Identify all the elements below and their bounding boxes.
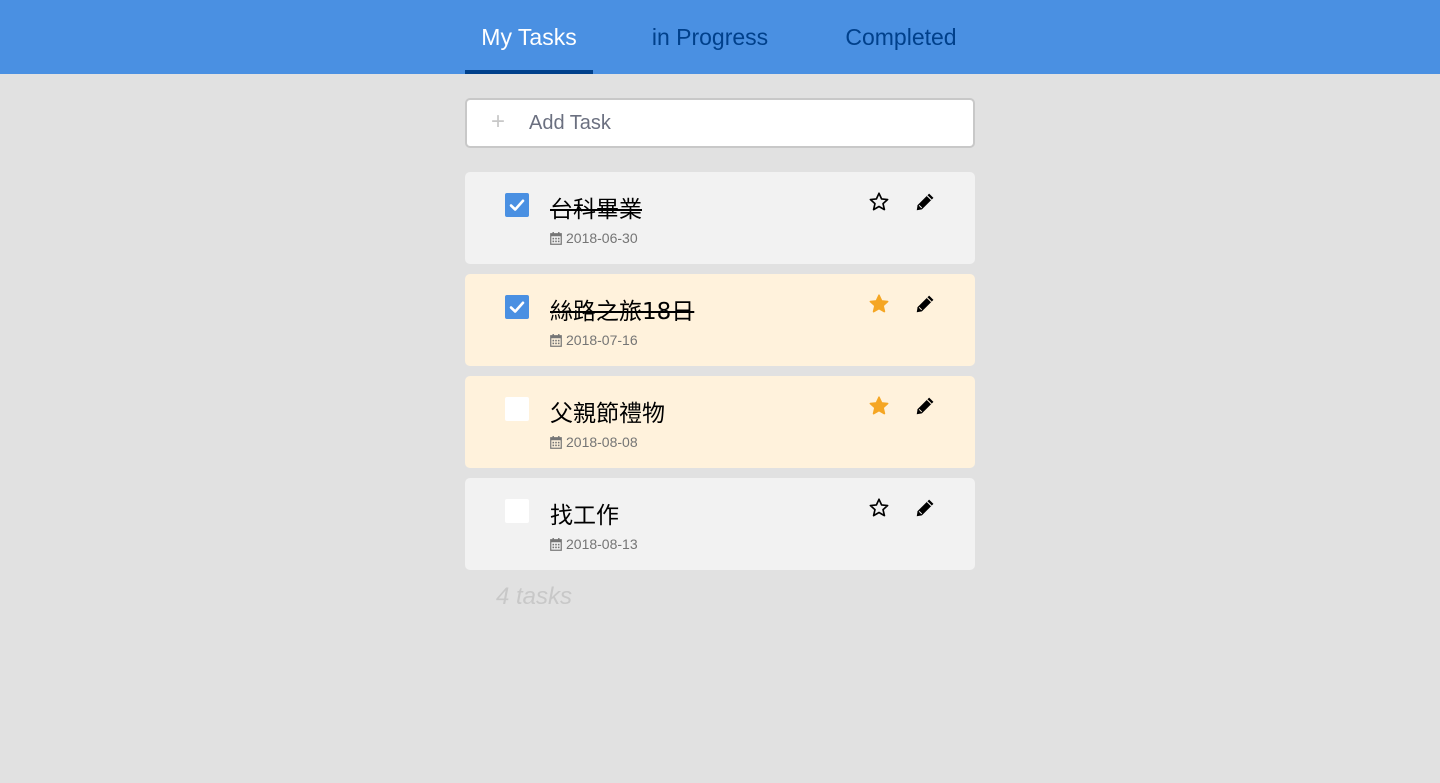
task-title[interactable]: 絲路之旅18日 — [550, 292, 694, 326]
task-checkbox[interactable] — [505, 397, 529, 421]
pencil-icon[interactable] — [914, 395, 936, 417]
task-title[interactable]: 父親節禮物 — [550, 394, 665, 428]
top-nav-bar: My Tasks in Progress Completed — [0, 0, 1440, 74]
task-item: 絲路之旅18日 2018-07-16 — [465, 274, 975, 366]
task-item: 父親節禮物 2018-08-08 — [465, 376, 975, 468]
star-outline-icon[interactable] — [868, 497, 890, 519]
add-task-input[interactable] — [529, 111, 929, 135]
tab-bar: My Tasks in Progress Completed — [465, 0, 975, 74]
calendar-icon — [550, 537, 562, 551]
tab-my-tasks[interactable]: My Tasks — [465, 0, 593, 74]
task-date-text: 2018-06-30 — [566, 230, 638, 246]
task-date-text: 2018-08-13 — [566, 536, 638, 552]
pencil-icon[interactable] — [914, 497, 936, 519]
task-date: 2018-06-30 — [550, 230, 638, 246]
star-filled-icon[interactable] — [868, 293, 890, 315]
pencil-icon[interactable] — [914, 293, 936, 315]
task-date-text: 2018-07-16 — [566, 332, 638, 348]
task-title[interactable]: 找工作 — [550, 496, 619, 530]
task-item: 台科畢業 2018-06-30 — [465, 172, 975, 264]
check-icon — [509, 301, 525, 313]
task-date: 2018-07-16 — [550, 332, 638, 348]
pencil-icon[interactable] — [914, 191, 936, 213]
task-checkbox[interactable] — [505, 295, 529, 319]
calendar-icon — [550, 231, 562, 245]
calendar-icon — [550, 333, 562, 347]
task-checkbox[interactable] — [505, 499, 529, 523]
task-date-text: 2018-08-08 — [566, 434, 638, 450]
task-date: 2018-08-08 — [550, 434, 638, 450]
star-filled-icon[interactable] — [868, 395, 890, 417]
calendar-icon — [550, 435, 562, 449]
task-checkbox[interactable] — [505, 193, 529, 217]
plus-icon[interactable]: + — [467, 110, 529, 134]
task-date: 2018-08-13 — [550, 536, 638, 552]
tab-completed[interactable]: Completed — [827, 0, 975, 74]
tab-in-progress[interactable]: in Progress — [593, 0, 827, 74]
add-task-bar[interactable]: + — [465, 98, 975, 148]
check-icon — [509, 199, 525, 211]
star-outline-icon[interactable] — [868, 191, 890, 213]
task-item: 找工作 2018-08-13 — [465, 478, 975, 570]
task-title[interactable]: 台科畢業 — [550, 190, 642, 224]
task-count: 4 tasks — [496, 583, 573, 610]
